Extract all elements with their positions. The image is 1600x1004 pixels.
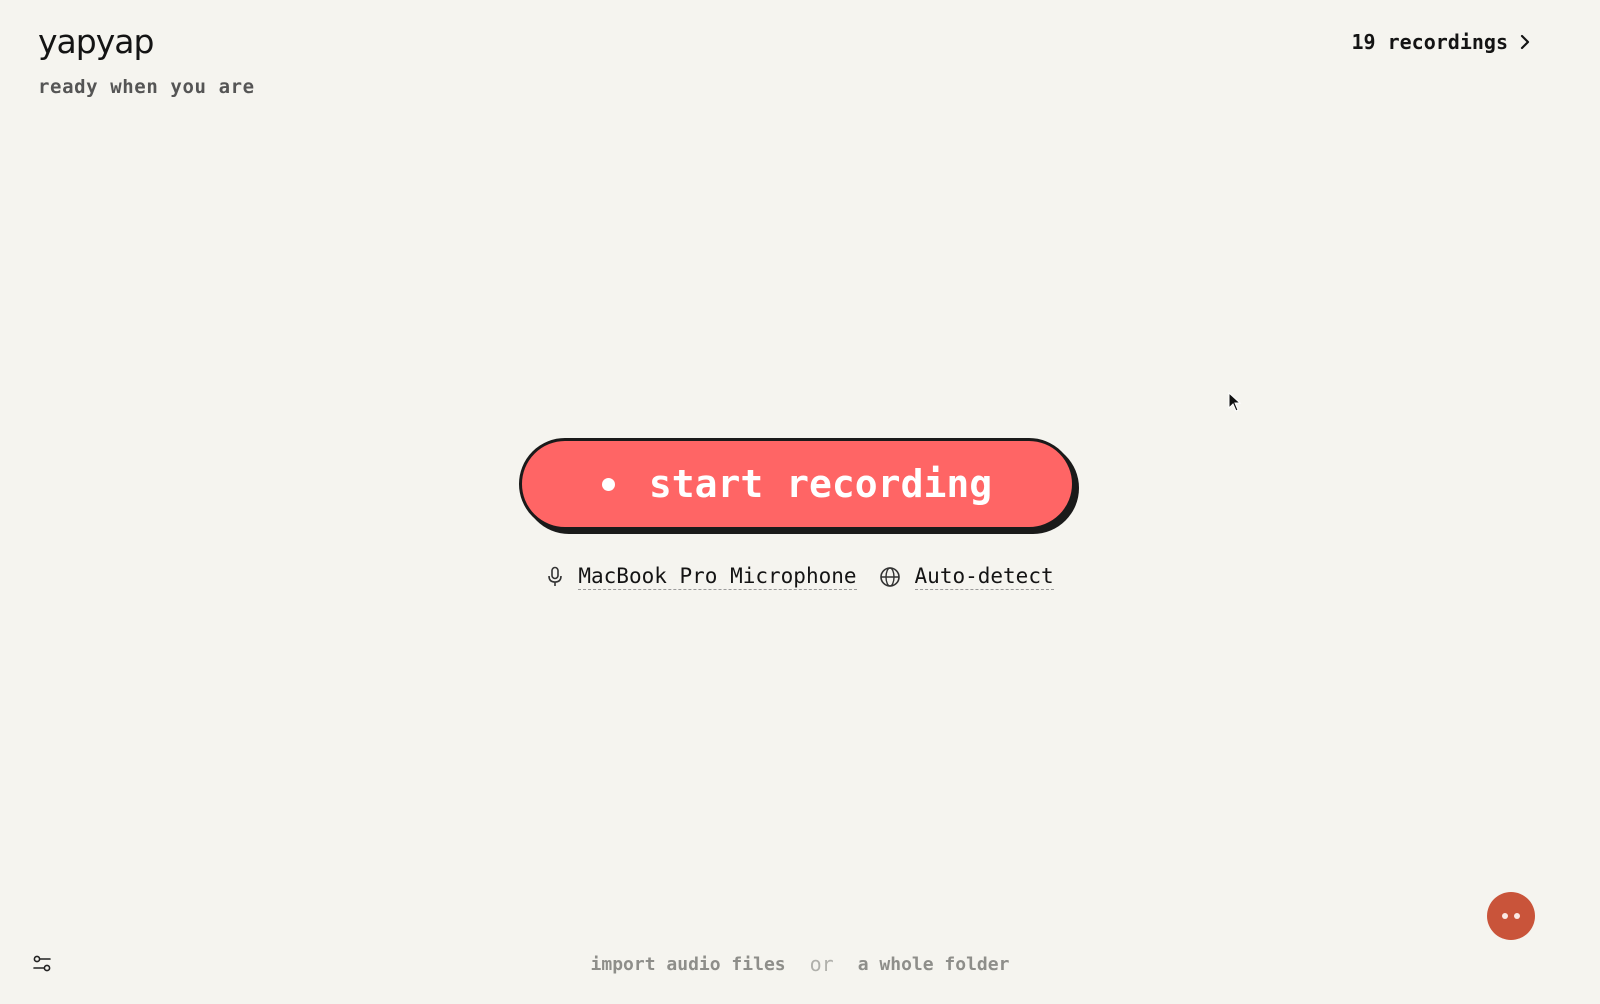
microphone-label: MacBook Pro Microphone (578, 564, 857, 590)
language-label: Auto-detect (914, 564, 1054, 590)
assistant-avatar-button[interactable] (1487, 892, 1535, 940)
chevron-right-icon (1518, 33, 1532, 51)
start-recording-label: start recording (648, 462, 993, 506)
globe-icon (879, 566, 901, 588)
import-audio-files-link[interactable]: import audio files (591, 954, 786, 975)
recordings-link[interactable]: 19 recordings (1351, 30, 1532, 54)
record-dot-icon (601, 477, 615, 491)
avatar-eye (1514, 913, 1520, 919)
microphone-icon (546, 566, 564, 588)
language-selector[interactable]: Auto-detect (879, 564, 1054, 590)
import-folder-link[interactable]: a whole folder (858, 954, 1010, 975)
microphone-selector[interactable]: MacBook Pro Microphone (546, 564, 857, 590)
app-logo: yapyap (38, 22, 154, 61)
recording-options: MacBook Pro Microphone Auto-detect (546, 564, 1054, 590)
status-tagline: ready when you are (38, 76, 255, 98)
avatar-face-icon (1502, 913, 1508, 919)
recorder-panel: start recording MacBook Pro Microphone A… (0, 438, 1600, 590)
import-bar: import audio files or a whole folder (0, 952, 1600, 976)
mouse-cursor-icon (1228, 391, 1242, 417)
app-window: yapyap ready when you are 19 recordings … (0, 0, 1600, 1004)
recordings-count-label: 19 recordings (1351, 30, 1508, 54)
start-recording-button[interactable]: start recording (519, 438, 1075, 530)
import-separator: or (809, 952, 834, 976)
